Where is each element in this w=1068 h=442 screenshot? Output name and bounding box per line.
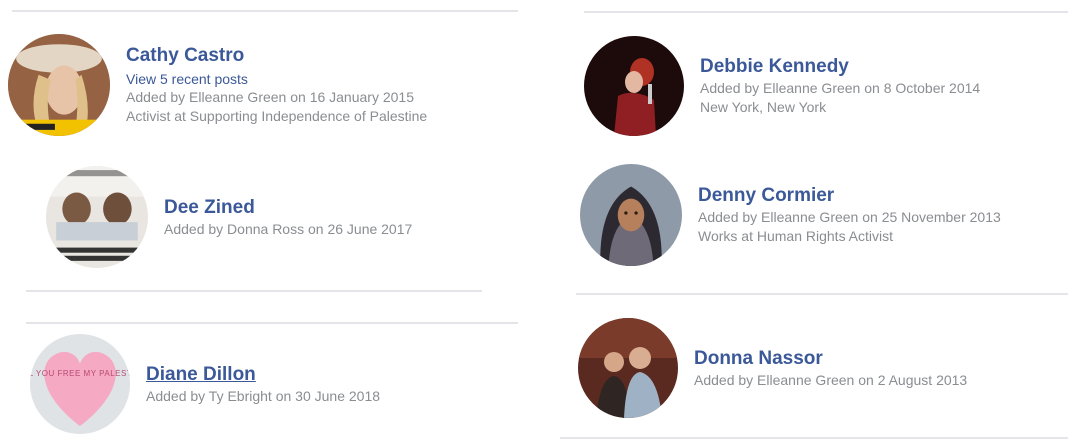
poster-photo: [46, 166, 148, 268]
woman-singing-photo: [584, 36, 684, 136]
divider: [576, 293, 1068, 295]
divider: [26, 290, 482, 292]
divider: [584, 11, 1068, 13]
added-by-text: Added by Elleanne Green on 16 January 20…: [126, 89, 414, 105]
avatar[interactable]: [8, 34, 110, 136]
friend-detail-text: Works at Human Rights Activist: [698, 228, 894, 244]
friend-detail-text: Activist at Supporting Independence of P…: [126, 108, 428, 124]
avatar[interactable]: WILL YOU FREE MY PALESTINE: [30, 334, 130, 434]
added-by-text: Added by Ty Ebright on 30 June 2018: [146, 387, 381, 404]
added-by-text: Added by Elleanne Green on 8 October 201…: [700, 80, 981, 96]
added-by-text: Added by Elleanne Green on 2 August 2013: [694, 371, 968, 388]
avatar[interactable]: [578, 318, 678, 418]
avatar[interactable]: [580, 164, 682, 266]
friend-entry: Debbie Kennedy Added by Elleanne Green o…: [584, 36, 980, 136]
friend-name-link[interactable]: Denny Cormier: [698, 184, 1001, 208]
two-people-photo: [578, 318, 678, 418]
view-recent-posts-link[interactable]: View 5 recent posts: [126, 70, 427, 88]
friend-name-link[interactable]: Debbie Kennedy: [700, 55, 980, 79]
friend-detail-text: New York, New York: [700, 99, 827, 115]
friend-name-link[interactable]: Dee Zined: [164, 196, 412, 220]
friend-entry: Dee Zined Added by Donna Ross on 26 June…: [46, 166, 412, 268]
heart-candy-photo: WILL YOU FREE MY PALESTINE: [30, 334, 130, 434]
avatar[interactable]: [46, 166, 148, 268]
friend-name-link[interactable]: Diane Dillon: [146, 363, 380, 387]
friend-entry: WILL YOU FREE MY PALESTINE Diane Dillon …: [30, 334, 380, 434]
heart-candy-text: WILL YOU FREE MY PALESTINE: [30, 369, 130, 378]
friend-entry: Cathy Castro View 5 recent posts Added b…: [8, 34, 427, 136]
friend-name-link[interactable]: Cathy Castro: [126, 44, 427, 68]
added-by-text: Added by Donna Ross on 26 June 2017: [164, 220, 413, 237]
avatar[interactable]: [584, 36, 684, 136]
woman-with-hat-photo: [8, 34, 110, 136]
friend-entry: Donna Nassor Added by Elleanne Green on …: [578, 318, 967, 418]
friend-entry: Denny Cormier Added by Elleanne Green on…: [580, 164, 1001, 266]
divider: [26, 322, 518, 324]
friend-name-link[interactable]: Donna Nassor: [694, 347, 967, 371]
added-by-text: Added by Elleanne Green on 25 November 2…: [698, 209, 1001, 225]
woman-in-hijab-photo: [580, 164, 682, 266]
divider: [560, 437, 1068, 439]
divider: [12, 10, 518, 12]
